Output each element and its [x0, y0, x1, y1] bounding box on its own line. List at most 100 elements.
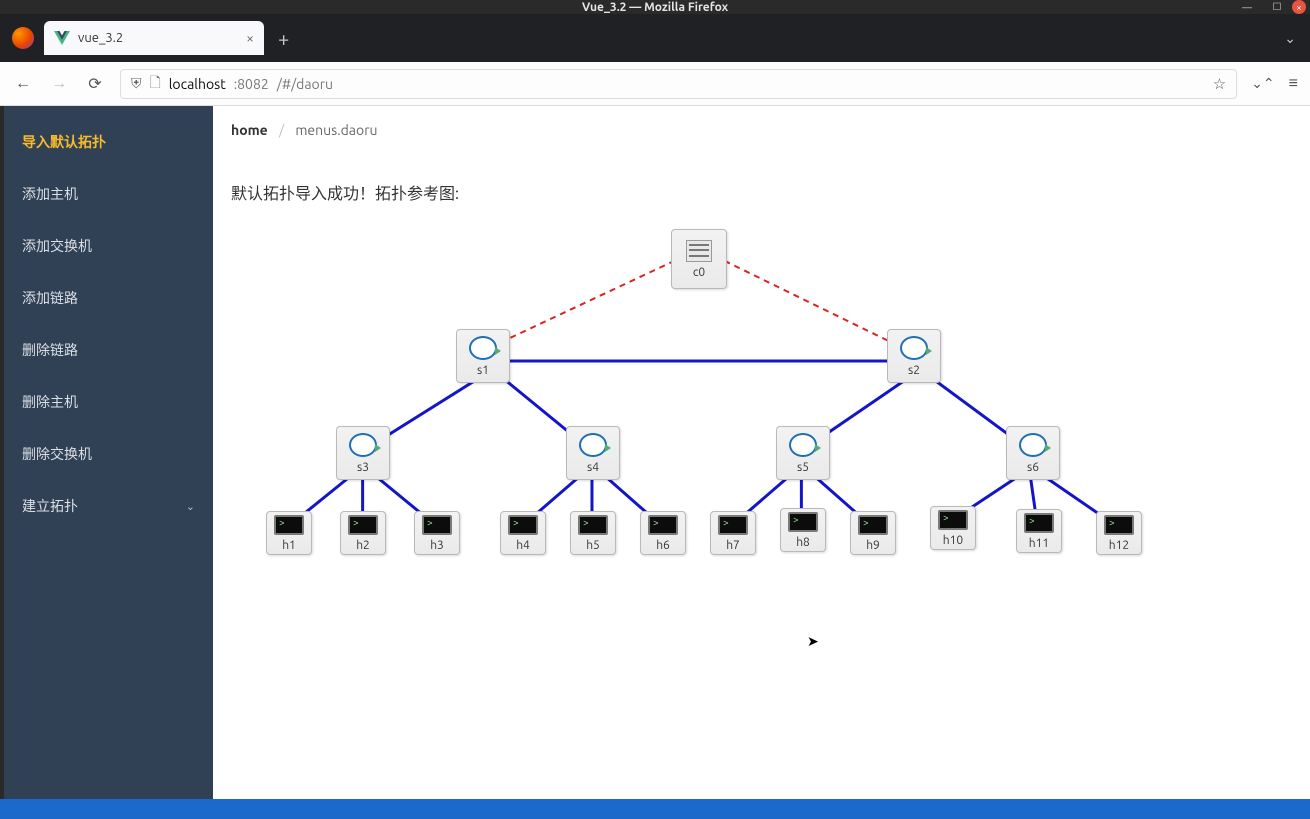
switch-icon [349, 433, 377, 457]
address-bar: ← → ⟳ ⛨ 🗋 localhost :8082 /#/daoru ☆ ⌄⌃ ≡ [0, 62, 1310, 106]
reload-button[interactable]: ⟳ [84, 74, 106, 93]
node-label: s5 [797, 461, 809, 474]
window-title: Vue_3.2 — Mozilla Firefox [582, 1, 728, 14]
node-host-h2[interactable]: h2 [340, 511, 386, 555]
sidebar-item-label: 添加交换机 [22, 236, 92, 256]
sidebar-item-import[interactable]: 导入默认拓扑 [4, 116, 213, 168]
server-icon [686, 240, 712, 262]
node-label: s1 [477, 364, 489, 377]
node-label: h1 [282, 539, 296, 552]
node-controller-c0[interactable]: c0 [671, 229, 727, 289]
bookmark-star-icon[interactable]: ☆ [1213, 75, 1226, 93]
host-icon [274, 515, 304, 535]
sidebar-item-label: 添加链路 [22, 288, 78, 308]
node-host-h10[interactable]: h10 [930, 506, 976, 550]
host-icon [938, 510, 968, 530]
node-switch-s1[interactable]: s1 [456, 329, 510, 383]
node-switch-s4[interactable]: s4 [566, 426, 620, 480]
node-label: h3 [430, 539, 444, 552]
node-host-h11[interactable]: h11 [1016, 509, 1062, 553]
sidebar-item-add-switch[interactable]: 添加交换机 [4, 220, 213, 272]
content: 导入默认拓扑 添加主机 添加交换机 添加链路 删除链路 删除主机 删除交换机 建… [4, 106, 1306, 799]
new-tab-button[interactable]: + [278, 27, 289, 50]
back-button[interactable]: ← [12, 74, 34, 93]
crumb-sep: / [279, 122, 284, 138]
host-icon [348, 515, 378, 535]
node-label: h4 [516, 539, 530, 552]
lock-icon[interactable]: 🗋 [150, 72, 161, 96]
all-tabs-chevron-icon[interactable]: ⌄ [1284, 30, 1296, 47]
url-input[interactable]: ⛨ 🗋 localhost :8082 /#/daoru ☆ [120, 69, 1237, 99]
url-path: /#/daoru [277, 76, 333, 92]
node-label: c0 [693, 266, 705, 279]
host-icon [578, 515, 608, 535]
sidebar-item-build-topo[interactable]: 建立拓扑⌄ [4, 480, 213, 532]
tab-close-icon[interactable]: × [246, 30, 254, 46]
node-host-h12[interactable]: h12 [1096, 511, 1142, 555]
sidebar-item-add-host[interactable]: 添加主机 [4, 168, 213, 220]
url-host: localhost [169, 76, 226, 92]
footer-bar [0, 799, 1310, 819]
node-label: h8 [796, 536, 810, 549]
node-label: h12 [1109, 539, 1129, 552]
node-label: h7 [726, 539, 740, 552]
host-icon [1104, 515, 1134, 535]
node-host-h4[interactable]: h4 [500, 511, 546, 555]
sidebar-item-del-link[interactable]: 删除链路 [4, 324, 213, 376]
cursor-icon: ➤ [807, 633, 819, 650]
topology-diagram: c0 s1 s2 s3 s4 s5 s6 h1 h2 h3 h4 h5 h6 h… [231, 221, 1288, 591]
switch-icon [469, 336, 497, 360]
node-host-h8[interactable]: h8 [780, 508, 826, 552]
node-host-h1[interactable]: h1 [266, 511, 312, 555]
node-label: s2 [908, 364, 920, 377]
sidebar: 导入默认拓扑 添加主机 添加交换机 添加链路 删除链路 删除主机 删除交换机 建… [4, 106, 213, 799]
switch-icon [579, 433, 607, 457]
node-host-h9[interactable]: h9 [850, 511, 896, 555]
node-switch-s3[interactable]: s3 [336, 426, 390, 480]
tab-title: vue_3.2 [78, 31, 238, 45]
node-label: h10 [943, 534, 963, 547]
firefox-logo-icon [12, 27, 34, 49]
node-label: h9 [866, 539, 880, 552]
breadcrumb: home / menus.daoru [231, 122, 1288, 138]
node-switch-s5[interactable]: s5 [776, 426, 830, 480]
minimize-icon[interactable]: — [1232, 0, 1262, 14]
url-port: :8082 [234, 76, 269, 92]
tab-vue[interactable]: vue_3.2 × [44, 21, 264, 55]
sidebar-item-add-link[interactable]: 添加链路 [4, 272, 213, 324]
os-titlebar: Vue_3.2 — Mozilla Firefox — ☐ × [0, 0, 1310, 14]
node-label: s3 [357, 461, 369, 474]
node-host-h5[interactable]: h5 [570, 511, 616, 555]
node-host-h3[interactable]: h3 [414, 511, 460, 555]
chevron-down-icon: ⌄ [186, 500, 195, 513]
crumb-home[interactable]: home [231, 122, 268, 138]
pocket-icon[interactable]: ⌄⌃ [1251, 75, 1274, 92]
maximize-icon[interactable]: ☐ [1262, 0, 1292, 14]
sidebar-item-del-switch[interactable]: 删除交换机 [4, 428, 213, 480]
close-icon[interactable]: × [1292, 0, 1306, 14]
hamburger-menu-icon[interactable]: ≡ [1289, 74, 1298, 93]
shield-icon[interactable]: ⛨ [131, 75, 142, 92]
node-label: h11 [1029, 537, 1049, 550]
host-icon [718, 515, 748, 535]
node-switch-s2[interactable]: s2 [887, 329, 941, 383]
sidebar-item-label: 导入默认拓扑 [22, 132, 106, 152]
sidebar-item-label: 删除链路 [22, 340, 78, 360]
node-label: h2 [356, 539, 370, 552]
status-message: 默认拓扑导入成功！拓扑参考图: [231, 180, 1288, 204]
host-icon [648, 515, 678, 535]
node-host-h6[interactable]: h6 [640, 511, 686, 555]
window-controls: — ☐ × [1232, 0, 1310, 14]
node-label: s4 [587, 461, 599, 474]
crumb-current: menus.daoru [295, 122, 377, 138]
node-label: h5 [586, 539, 600, 552]
node-host-h7[interactable]: h7 [710, 511, 756, 555]
sidebar-item-del-host[interactable]: 删除主机 [4, 376, 213, 428]
sidebar-item-label: 添加主机 [22, 184, 78, 204]
forward-button[interactable]: → [48, 74, 70, 93]
node-label: s6 [1027, 461, 1039, 474]
host-icon [422, 515, 452, 535]
node-label: h6 [656, 539, 670, 552]
tabstrip: vue_3.2 × + ⌄ [0, 14, 1310, 62]
node-switch-s6[interactable]: s6 [1006, 426, 1060, 480]
